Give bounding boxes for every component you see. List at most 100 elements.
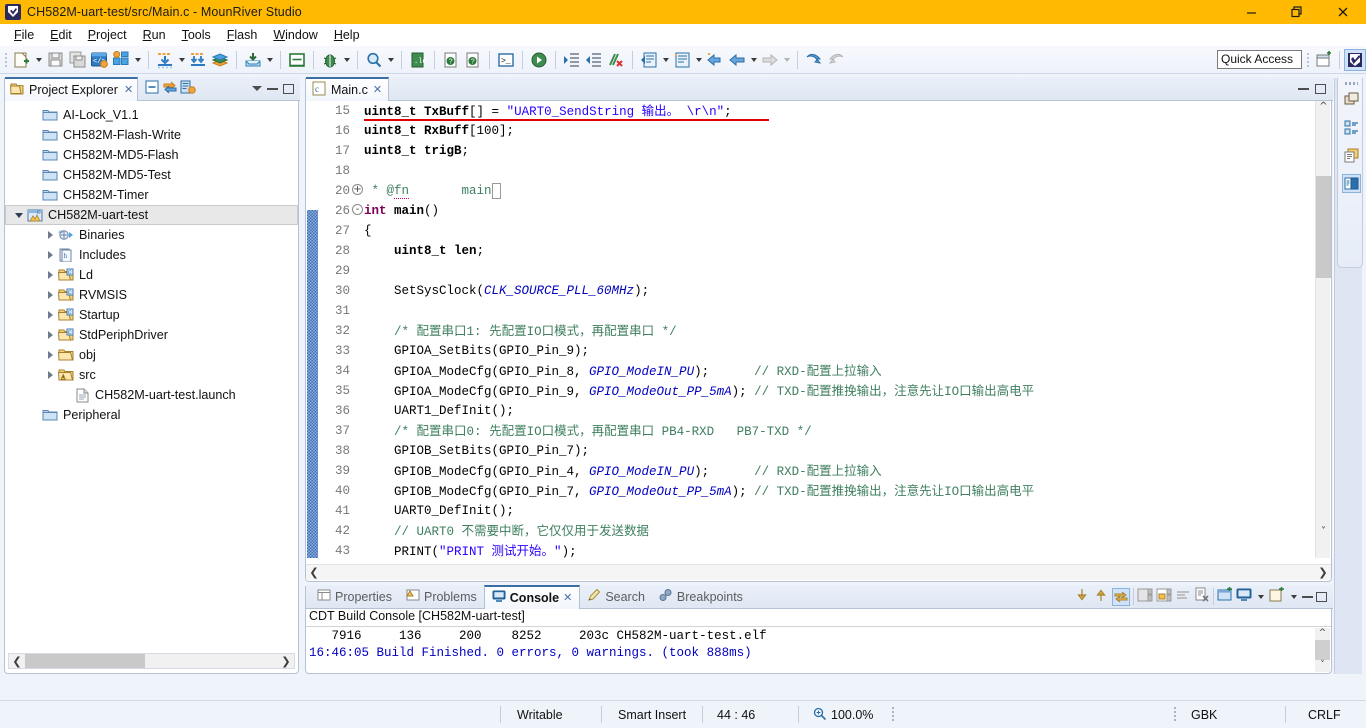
console-scroll-up-icon[interactable]: ^: [1315, 628, 1330, 640]
build-config-icon[interactable]: </>: [88, 49, 110, 71]
manage-configs-icon[interactable]: [110, 49, 132, 71]
menu-window[interactable]: Window: [265, 26, 325, 44]
status-zoom[interactable]: 100.0%: [799, 701, 873, 728]
fold-expand-icon[interactable]: +: [352, 184, 363, 195]
expand-arrow-icon[interactable]: [43, 331, 57, 339]
collapse-all-icon[interactable]: [144, 79, 160, 98]
download-icon[interactable]: [154, 49, 176, 71]
maximize-console-icon[interactable]: [1316, 591, 1327, 602]
view-menu-triangle[interactable]: [252, 86, 262, 91]
tree-item-ai-lock-v1-1[interactable]: AI-Lock_V1.1: [5, 105, 298, 125]
menu-edit[interactable]: Edit: [42, 26, 80, 44]
tree-item-ch582m-timer[interactable]: CH582M-Timer: [5, 185, 298, 205]
editor-vscrollbar[interactable]: ^ ˅: [1315, 101, 1331, 558]
project-explorer-hscrollbar[interactable]: ❮ ❯: [8, 653, 295, 669]
open-task-arrow[interactable]: [660, 49, 671, 71]
open-type-arrow[interactable]: [693, 49, 704, 71]
hscroll-thumb[interactable]: [25, 654, 145, 668]
tree-item-ch582m-md5-flash[interactable]: CH582M-MD5-Flash: [5, 145, 298, 165]
previous-annotation-icon[interactable]: [803, 49, 825, 71]
tree-item-ch582m-flash-write[interactable]: CH582M-Flash-Write: [5, 125, 298, 145]
console-vscrollbar[interactable]: ^ ˅: [1315, 628, 1330, 672]
scroll-up-icon[interactable]: [1093, 587, 1109, 606]
forward-arrow-icon[interactable]: [759, 49, 781, 71]
hscroll-track[interactable]: [25, 654, 278, 668]
toolbar-grip[interactable]: [4, 51, 9, 69]
close-icon[interactable]: ✕: [563, 591, 572, 604]
scroll-right-icon[interactable]: ❯: [278, 655, 294, 668]
outline-view-icon[interactable]: [1342, 118, 1361, 137]
open-console-arrow[interactable]: [1288, 586, 1299, 608]
back-nav-icon[interactable]: [704, 49, 726, 71]
display-console-arrow[interactable]: [1255, 586, 1266, 608]
debug-arrow[interactable]: [341, 49, 352, 71]
editor-hscrollbar[interactable]: ❮ ❯: [306, 564, 1331, 580]
view-menu-icon[interactable]: [180, 79, 196, 98]
new-window-icon[interactable]: [1313, 49, 1335, 71]
next-annotation-icon[interactable]: [825, 49, 847, 71]
expand-arrow-icon[interactable]: [43, 371, 57, 379]
close-icon[interactable]: ✕: [373, 83, 382, 96]
manage-configs-arrow[interactable]: [132, 49, 143, 71]
debug-bug-icon[interactable]: [319, 49, 341, 71]
new-dropdown-arrow[interactable]: [33, 49, 44, 71]
minimize-button[interactable]: [1228, 0, 1274, 24]
quick-access-input[interactable]: Quick Access: [1217, 50, 1302, 69]
save-console-icon[interactable]: [1137, 587, 1153, 606]
terminal-window-icon[interactable]: [286, 49, 308, 71]
library-icon[interactable]: [209, 49, 231, 71]
run-icon[interactable]: [528, 49, 550, 71]
expand-arrow-icon[interactable]: [43, 251, 57, 259]
scroll-up-icon[interactable]: ^: [1316, 101, 1331, 117]
tree-item-stdperiphdriver[interactable]: C StdPeriphDriver: [5, 325, 298, 345]
pin-console-icon[interactable]: [1217, 587, 1233, 606]
registers-view-icon[interactable]: [1342, 146, 1361, 165]
tab-problems[interactable]: Problems: [399, 585, 484, 609]
console-vscroll-thumb[interactable]: [1315, 640, 1330, 660]
menu-help[interactable]: Help: [326, 26, 368, 44]
tree-item-src[interactable]: src: [5, 365, 298, 385]
status-grip-1[interactable]: [891, 707, 895, 722]
search-arrow[interactable]: [385, 49, 396, 71]
new-file-icon[interactable]: [11, 49, 33, 71]
display-console-icon[interactable]: [1236, 587, 1252, 606]
menu-project[interactable]: Project: [80, 26, 135, 44]
peripherals-view-icon[interactable]: [1342, 174, 1361, 193]
tree-item-rvmsis[interactable]: C RVMSIS: [5, 285, 298, 305]
back-arrow-icon[interactable]: [726, 49, 748, 71]
close-button[interactable]: [1320, 0, 1366, 24]
editor-vscroll-thumb[interactable]: [1316, 176, 1331, 278]
tree-item-ch582m-uart-test-launch[interactable]: CH582M-uart-test.launch: [5, 385, 298, 405]
tree-item-includes[interactable]: h Includes: [5, 245, 298, 265]
tab-project-explorer[interactable]: Project Explorer ✕: [5, 76, 139, 101]
open-task-icon[interactable]: [638, 49, 660, 71]
console-terminal-icon[interactable]: >_: [495, 49, 517, 71]
expand-arrow-icon[interactable]: [43, 271, 57, 279]
download-arrow[interactable]: [176, 49, 187, 71]
link-with-editor-icon[interactable]: [162, 79, 178, 98]
back-arrow-dropdown[interactable]: [748, 49, 759, 71]
search-icon[interactable]: [363, 49, 385, 71]
perspective-grip[interactable]: [1306, 51, 1311, 69]
tree-item-ch582m-uart-test[interactable]: C CH582M-uart-test: [5, 205, 298, 225]
clear-markers-icon[interactable]: [605, 49, 627, 71]
code-text-area[interactable]: 15 uint8_t TxBuff[] = "UART0_SendString 输…: [306, 101, 1331, 558]
scroll-right-icon-editor[interactable]: ❯: [1315, 566, 1331, 579]
scroll-down-icon[interactable]: ˅: [1316, 526, 1331, 542]
scroll-left-icon[interactable]: ❮: [9, 655, 25, 668]
expand-arrow-icon[interactable]: [12, 213, 26, 218]
console-scroll-down-icon[interactable]: ˅: [1315, 660, 1330, 672]
maximize-editor-icon[interactable]: [1315, 83, 1326, 94]
tree-item-startup[interactable]: C Startup: [5, 305, 298, 325]
import-arrow[interactable]: [264, 49, 275, 71]
tree-item-ch582m-md5-test[interactable]: CH582M-MD5-Test: [5, 165, 298, 185]
indent-left-icon[interactable]: [583, 49, 605, 71]
expand-arrow-icon[interactable]: [43, 231, 57, 239]
expand-arrow-icon[interactable]: [43, 291, 57, 299]
save-icon[interactable]: [44, 49, 66, 71]
scroll-lock-icon[interactable]: [1112, 587, 1130, 606]
scroll-left-icon-editor[interactable]: ❮: [306, 566, 322, 579]
restore-button[interactable]: [1274, 0, 1320, 24]
minimize-editor-icon[interactable]: [1298, 87, 1309, 90]
tree-item-ld[interactable]: C Ld: [5, 265, 298, 285]
